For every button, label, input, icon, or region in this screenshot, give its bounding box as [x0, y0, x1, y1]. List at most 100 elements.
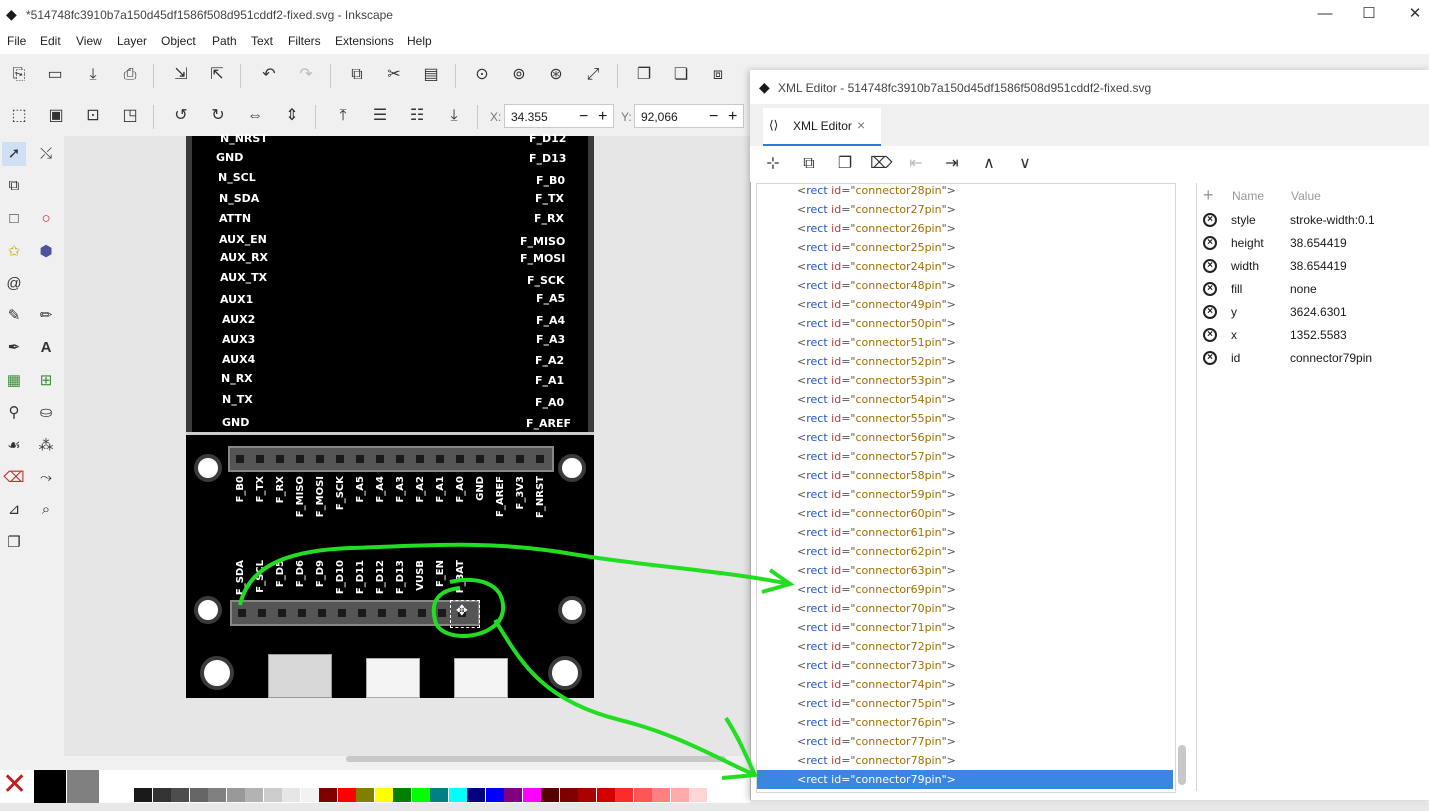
menu-filters[interactable]: Filters [288, 34, 321, 48]
selector-tool-icon[interactable]: ➚ [2, 142, 26, 166]
menu-file[interactable]: File [7, 34, 26, 48]
xml-node-row[interactable]: <rect id="connector25pin"> [757, 238, 1173, 257]
rectangle-tool-icon[interactable]: □ [2, 207, 26, 231]
y-decrement-button[interactable]: − [709, 105, 718, 129]
shape-builder-icon[interactable]: ⧉ [2, 174, 26, 198]
palette-swatch[interactable] [485, 788, 504, 802]
new-text-node-icon[interactable]: ⧉ [798, 153, 820, 175]
palette-swatch[interactable] [448, 788, 467, 802]
delete-attribute-icon[interactable]: × [1203, 351, 1217, 365]
xml-node-row[interactable]: <rect id="connector62pin"> [757, 542, 1173, 561]
flip-vertical-icon[interactable]: ⇕ [281, 105, 303, 127]
xml-node-row[interactable]: <rect id="connector76pin"> [757, 713, 1173, 732]
xml-node-row[interactable]: <rect id="connector78pin"> [757, 751, 1173, 770]
flip-horizontal-icon[interactable]: ⇔ [244, 105, 266, 127]
redo-icon[interactable]: ↷ [295, 64, 317, 86]
palette-swatch[interactable] [337, 788, 356, 802]
xml-node-row[interactable]: <rect id="connector74pin"> [757, 675, 1173, 694]
attribute-value[interactable]: connector79pin [1290, 347, 1372, 370]
xml-node-row[interactable]: <rect id="connector57pin"> [757, 447, 1173, 466]
palette-swatch[interactable] [356, 788, 374, 802]
raise-icon[interactable]: ☰ [369, 105, 391, 127]
xml-node-row[interactable]: <rect id="connector28pin"> [757, 184, 1173, 200]
ellipse-tool-icon[interactable]: ○ [34, 207, 58, 231]
delete-node-icon[interactable]: ⌦ [870, 153, 893, 175]
xml-node-tree[interactable]: <rect id="connector28pin"> <rect id="conn… [756, 183, 1176, 793]
print-icon[interactable]: ⎙ [119, 64, 141, 86]
palette-swatch[interactable] [467, 788, 485, 802]
xml-node-row[interactable]: <rect id="connector50pin"> [757, 314, 1173, 333]
palette-swatch[interactable] [670, 788, 689, 802]
spray-tool-icon[interactable]: ⁂ [34, 434, 58, 458]
xml-node-row[interactable]: <rect id="connector54pin"> [757, 390, 1173, 409]
menu-view[interactable]: View [76, 34, 102, 48]
xml-node-row[interactable]: <rect id="connector73pin"> [757, 656, 1173, 675]
palette-swatch[interactable] [411, 788, 430, 802]
duplicate-node-icon[interactable]: ❐ [834, 153, 856, 175]
attribute-row[interactable]: × style stroke-width:0.1 [1197, 209, 1429, 232]
copy-icon[interactable]: ⧉ [346, 64, 368, 86]
delete-attribute-icon[interactable]: × [1203, 213, 1217, 227]
x-input[interactable]: 34.355 − + [504, 104, 614, 128]
select-all-icon[interactable]: ⬚ [8, 105, 30, 127]
pages-tool-icon[interactable]: ❐ [2, 531, 26, 555]
palette-swatch[interactable] [282, 788, 300, 802]
node-tool-icon[interactable]: ⤯ [34, 142, 58, 166]
attribute-row[interactable]: × width 38.654419 [1197, 255, 1429, 278]
palette-swatch[interactable] [319, 788, 337, 802]
selection-handle-icon[interactable]: ✥ [456, 602, 468, 619]
no-paint-icon[interactable]: ✕ [2, 770, 27, 800]
attribute-row[interactable]: × y 3624.6301 [1197, 301, 1429, 324]
lower-node-icon[interactable]: ∨ [1014, 153, 1036, 175]
new-document-icon[interactable]: ⎘ [8, 64, 30, 86]
duplicate-icon[interactable]: ❐ [633, 64, 655, 86]
xml-node-row[interactable]: <rect id="connector27pin"> [757, 200, 1173, 219]
xml-node-row[interactable]: <rect id="connector55pin"> [757, 409, 1173, 428]
xml-node-row[interactable]: <rect id="connector61pin"> [757, 523, 1173, 542]
palette-swatch[interactable] [541, 788, 559, 802]
lower-icon[interactable]: ☷ [406, 105, 428, 127]
xml-node-row[interactable]: <rect id="connector69pin"> [757, 580, 1173, 599]
menu-text[interactable]: Text [251, 34, 273, 48]
x-decrement-button[interactable]: − [579, 105, 588, 129]
menu-edit[interactable]: Edit [40, 34, 61, 48]
attribute-value[interactable]: 38.654419 [1290, 255, 1347, 278]
open-file-icon[interactable]: ▭ [44, 64, 66, 86]
select-all-layers-icon[interactable]: ▣ [45, 105, 67, 127]
palette-swatch[interactable] [263, 788, 282, 802]
y-input[interactable]: 92,066 − + [634, 104, 744, 128]
palette-swatch[interactable] [189, 788, 208, 802]
palette-swatch[interactable] [208, 788, 226, 802]
xml-node-row[interactable]: <rect id="connector63pin"> [757, 561, 1173, 580]
text-tool-icon[interactable]: A [34, 336, 58, 360]
xml-node-row[interactable]: <rect id="connector53pin"> [757, 371, 1173, 390]
palette-swatch[interactable] [430, 788, 448, 802]
import-icon[interactable]: ⇲ [170, 64, 192, 86]
attribute-value[interactable]: 3624.6301 [1290, 301, 1347, 324]
paste-icon[interactable]: ▤ [420, 64, 442, 86]
raise-to-top-icon[interactable]: ⤒ [332, 105, 354, 127]
delete-attribute-icon[interactable]: × [1203, 259, 1217, 273]
fill-swatch-black[interactable] [34, 770, 66, 804]
xml-node-row[interactable]: <rect id="connector49pin"> [757, 295, 1173, 314]
xml-node-row[interactable]: <rect id="connector75pin"> [757, 694, 1173, 713]
3d-box-tool-icon[interactable]: ⬢ [34, 240, 58, 264]
spiral-tool-icon[interactable]: @ [2, 272, 26, 296]
xml-node-row[interactable]: <rect id="connector72pin"> [757, 637, 1173, 656]
lower-to-bottom-icon[interactable]: ⤓ [443, 105, 465, 127]
palette-swatch[interactable] [559, 788, 578, 802]
palette-swatch[interactable] [652, 788, 670, 802]
zoom-page-icon[interactable]: ⊛ [545, 64, 567, 86]
xml-node-row[interactable]: <rect id="connector26pin"> [757, 219, 1173, 238]
gradient-tool-icon[interactable]: ▦ [2, 369, 26, 393]
palette-swatch[interactable] [689, 788, 707, 802]
connector-tool-icon[interactable]: ⤳ [34, 466, 58, 490]
clone-icon[interactable]: ❏ [670, 64, 692, 86]
attribute-row[interactable]: × x 1352.5583 [1197, 324, 1429, 347]
pen-tool-icon[interactable]: ✎ [2, 304, 26, 328]
menu-help[interactable]: Help [407, 34, 432, 48]
menu-layer[interactable]: Layer [117, 34, 147, 48]
menu-object[interactable]: Object [161, 34, 196, 48]
rotate-ccw-icon[interactable]: ↺ [170, 105, 192, 127]
undo-icon[interactable]: ↶ [258, 64, 280, 86]
